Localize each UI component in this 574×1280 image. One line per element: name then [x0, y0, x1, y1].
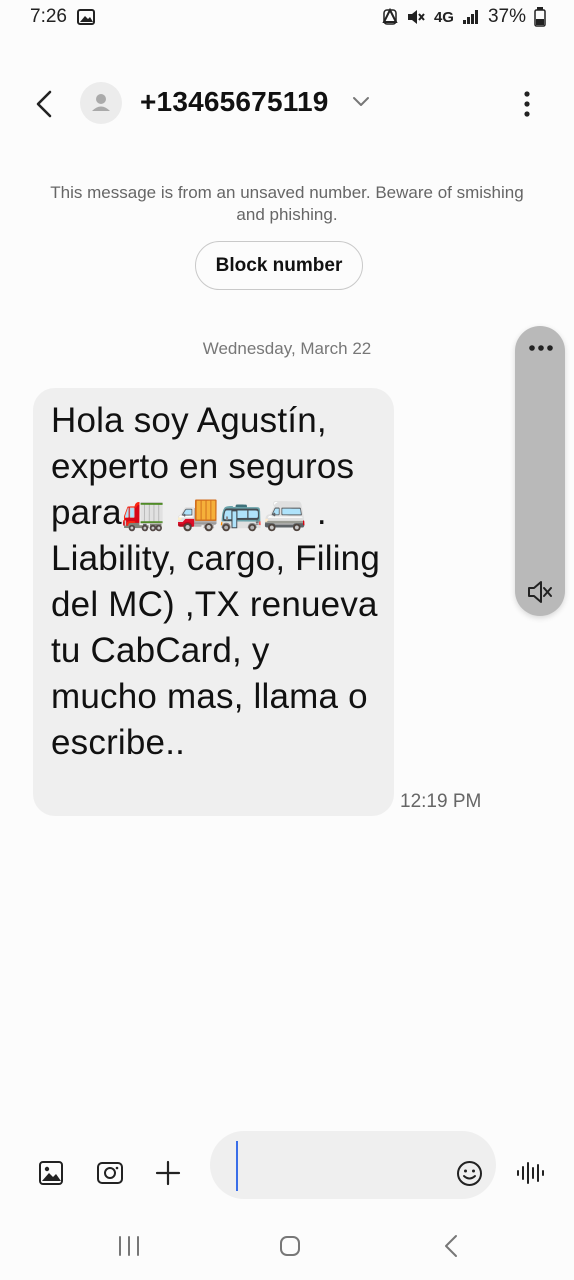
person-icon	[92, 94, 110, 111]
recent-apps-icon[interactable]	[117, 1235, 141, 1257]
contact-number[interactable]: +13465675119	[140, 86, 329, 118]
chevron-down-icon[interactable]	[352, 94, 370, 108]
message-input[interactable]	[210, 1131, 496, 1199]
text-caret	[236, 1141, 238, 1191]
recycle-icon	[382, 8, 398, 25]
back-icon[interactable]	[30, 88, 58, 120]
message-timestamp: 12:19 PM	[400, 791, 482, 812]
message-bubble[interactable]: Hola soy Agustín, experto en seguros par…	[33, 388, 394, 816]
home-icon[interactable]	[279, 1235, 301, 1257]
status-icons: 4G 37%	[382, 6, 546, 28]
battery-icon	[534, 7, 546, 27]
voice-input-icon[interactable]	[515, 1159, 545, 1187]
add-attachment-icon[interactable]	[155, 1160, 181, 1186]
volume-mute-icon[interactable]	[526, 578, 554, 606]
gallery-notification-icon	[77, 9, 95, 25]
nav-back-icon[interactable]	[443, 1233, 459, 1259]
unsaved-number-warning: This message is from an unsaved number. …	[50, 183, 524, 224]
block-number-button[interactable]: Block number	[195, 241, 363, 290]
status-time: 7:26	[30, 6, 67, 27]
battery-percent: 37%	[487, 6, 526, 27]
floating-edge-panel[interactable]	[515, 326, 565, 616]
signal-icon	[462, 10, 478, 24]
more-horizontal-icon[interactable]	[528, 344, 554, 352]
gallery-icon[interactable]	[38, 1160, 64, 1186]
avatar[interactable]	[80, 82, 122, 124]
network-type: 4G	[433, 8, 454, 26]
date-divider: Wednesday, March 22	[202, 339, 372, 358]
mute-icon	[407, 10, 425, 24]
more-options-icon[interactable]	[516, 88, 538, 120]
message-text: Hola soy Agustín, experto en seguros par…	[51, 401, 381, 762]
emoji-icon[interactable]	[456, 1160, 483, 1187]
camera-icon[interactable]	[96, 1160, 124, 1186]
